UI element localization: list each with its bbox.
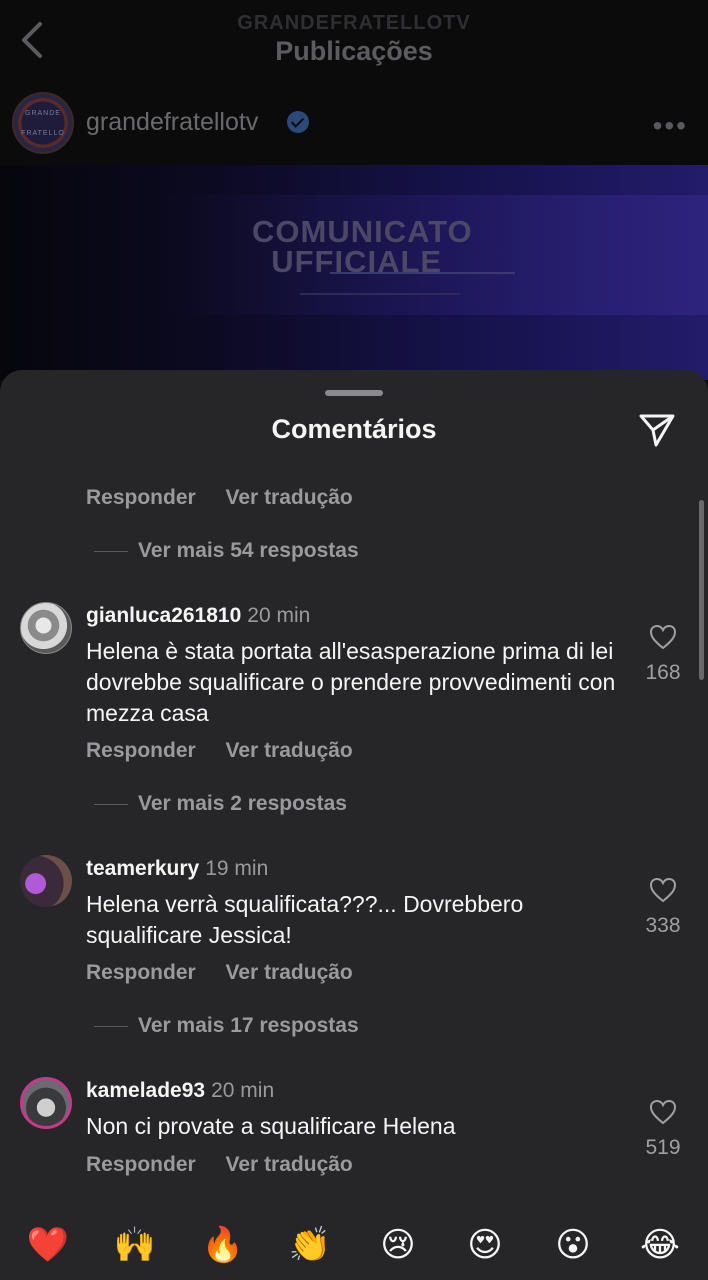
emoji-fire-button[interactable]: 🔥 — [197, 1222, 249, 1268]
avatar[interactable] — [20, 1077, 72, 1129]
comment-username[interactable]: teamerkury — [86, 857, 199, 880]
like-button[interactable]: 519 — [640, 1099, 686, 1160]
view-more-replies[interactable]: Ver mais 54 respostas — [94, 539, 359, 563]
share-button[interactable] — [638, 412, 676, 448]
post-username[interactable]: grandefratellotv — [86, 108, 258, 137]
post-header: GRANDE FRATELLO grandefratellotv ••• — [0, 88, 708, 158]
avatar[interactable] — [20, 855, 72, 907]
sheet-title: Comentários — [271, 414, 437, 444]
comment-text: Non ci provate a squalificare Helena — [86, 1113, 456, 1139]
translate-button[interactable]: Ver tradução — [226, 1153, 353, 1176]
comment-time: 20 min — [211, 1079, 275, 1102]
reply-button[interactable]: Responder — [86, 1153, 196, 1176]
heart-icon — [649, 624, 677, 650]
like-count: 519 — [645, 1136, 681, 1159]
comment-username[interactable]: kamelade93 — [86, 1079, 205, 1102]
comments-sheet: Comentários Responder Ver tradução Ver m… — [0, 370, 708, 1280]
avatar[interactable] — [20, 602, 72, 654]
post-image: COMUNICATO UFFICIALE — [0, 165, 708, 380]
reply-button[interactable]: Responder — [86, 961, 196, 984]
emoji-crying-button[interactable]: 😢 — [372, 1222, 424, 1268]
emoji-raised-hands-button[interactable]: 🙌 — [109, 1222, 161, 1268]
heart-icon — [649, 1099, 677, 1125]
page-title: Publicações — [275, 36, 433, 66]
banner-text: COMUNICATO UFFICIALE — [252, 214, 473, 279]
translate-button[interactable]: Ver tradução — [226, 486, 353, 509]
like-count: 338 — [645, 914, 681, 937]
emoji-heart-eyes-button[interactable]: 😍 — [459, 1222, 511, 1268]
like-button[interactable]: 338 — [640, 877, 686, 938]
like-button[interactable]: 168 — [640, 624, 686, 685]
view-more-replies[interactable]: Ver mais 2 respostas — [94, 792, 347, 816]
comment-actions: Responder Ver tradução — [86, 486, 377, 510]
comment-actions: Responder Ver tradução — [86, 1153, 377, 1177]
like-count: 168 — [645, 661, 681, 684]
translate-button[interactable]: Ver tradução — [226, 961, 353, 984]
more-options-icon[interactable]: ••• — [653, 110, 688, 142]
page-owner: GRANDEFRATELLOTV — [237, 12, 471, 34]
emoji-laughing-button[interactable]: 😂 — [634, 1222, 686, 1268]
comment-actions: Responder Ver tradução — [86, 961, 377, 985]
comment-time: 19 min — [205, 857, 269, 880]
view-more-replies[interactable]: Ver mais 17 respostas — [94, 1014, 359, 1038]
verified-badge-icon — [287, 111, 309, 133]
emoji-clap-button[interactable]: 👏 — [284, 1222, 336, 1268]
reply-button[interactable]: Responder — [86, 486, 196, 509]
heart-icon — [649, 877, 677, 903]
emoji-heart-button[interactable]: ❤️ — [22, 1222, 74, 1268]
translate-button[interactable]: Ver tradução — [226, 739, 353, 762]
paper-plane-icon — [639, 414, 675, 447]
comment-actions: Responder Ver tradução — [86, 739, 377, 763]
avatar-logo-text: GRANDE — [25, 110, 61, 117]
top-bar: GRANDEFRATELLOTV Publicações — [0, 0, 708, 80]
comment-text: Helena verrà squalificata???... Dovrebbe… — [86, 891, 524, 948]
reply-button[interactable]: Responder — [86, 739, 196, 762]
sheet-drag-handle[interactable] — [325, 390, 383, 396]
comment-text: Helena è stata portata all'esasperazione… — [86, 638, 616, 726]
comment-username[interactable]: gianluca261810 — [86, 604, 241, 627]
emoji-reaction-bar: ❤️ 🙌 🔥 👏 😢 😍 😮 😂 — [0, 1210, 708, 1280]
emoji-surprised-button[interactable]: 😮 — [547, 1222, 599, 1268]
scrollbar[interactable] — [699, 500, 704, 680]
post-avatar[interactable]: GRANDE FRATELLO — [12, 92, 74, 154]
comment-time: 20 min — [247, 604, 311, 627]
